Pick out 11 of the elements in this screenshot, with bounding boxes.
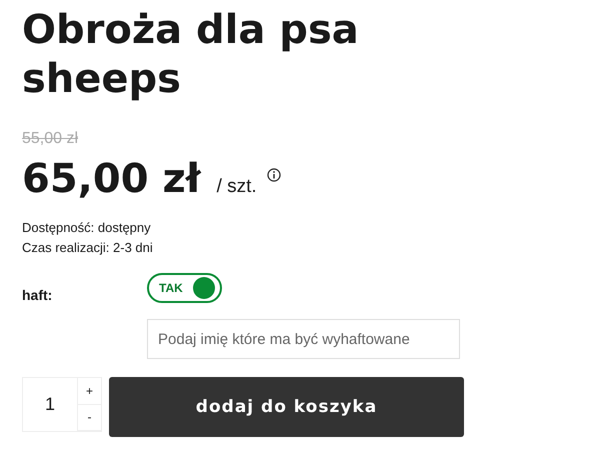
price-unit: / szt. [216,176,257,198]
current-price: 65,00 zł [22,156,201,202]
old-price: 55,00 zł [22,130,80,148]
add-to-cart-button[interactable]: dodaj do koszyka [109,377,464,437]
availability-text: Dostępność: dostępny [22,219,152,237]
input-field[interactable]: Podaj imię które ma być wyhaftowane [147,319,460,359]
toggle-switch[interactable]: TAK [147,273,222,303]
product-title: Obroża dla psa sheeps [22,6,360,104]
availability-text: Czas realizacji: 2-3 dni [22,239,154,257]
info-icon[interactable] [266,168,281,182]
option-label: haft: [22,287,54,303]
